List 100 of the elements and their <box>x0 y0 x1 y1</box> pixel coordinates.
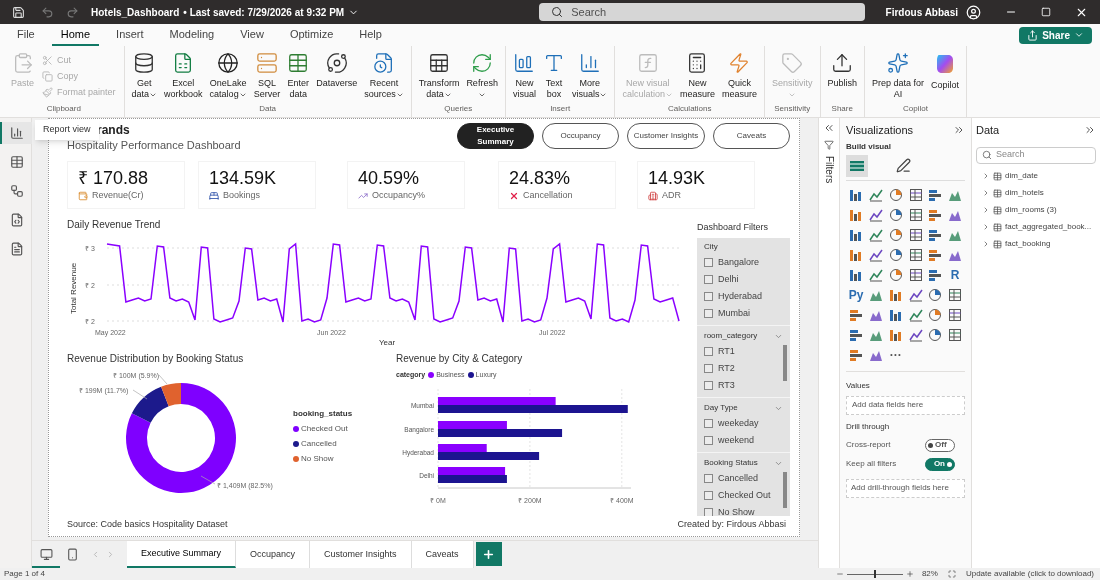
save-icon[interactable] <box>12 5 25 19</box>
table-item[interactable]: fact_aggregated_book... <box>976 218 1096 236</box>
menu-tab[interactable]: Optimize <box>280 24 343 46</box>
ribbon-button[interactable]: Enter data <box>284 50 313 100</box>
ribbon-button[interactable]: New measure <box>676 50 718 100</box>
nav-button[interactable]: Executive Summary <box>457 123 534 149</box>
checkbox[interactable] <box>704 292 713 301</box>
trend-icon <box>358 191 368 201</box>
zoom-slider-thumb[interactable] <box>873 570 876 578</box>
slicer-option[interactable]: RT1 <box>704 343 783 360</box>
ribbon-button[interactable]: Copilot <box>928 50 963 91</box>
phone-layout-icon[interactable] <box>66 548 79 561</box>
table-item[interactable]: fact_booking <box>976 235 1096 253</box>
table-item[interactable]: dim_rooms (3) <box>976 201 1096 219</box>
ribbon-button[interactable]: Publish <box>824 50 861 89</box>
page-tab[interactable]: Caveats <box>411 541 474 568</box>
checkbox[interactable] <box>704 347 713 356</box>
toggle-switch[interactable]: On <box>925 457 955 471</box>
table-icon <box>993 171 1002 181</box>
slicer-option[interactable]: weekeday <box>704 415 783 432</box>
ribbon-button[interactable]: OneLake catalog <box>206 50 250 100</box>
file-name: Hotels_Dashboard <box>91 5 180 20</box>
toggle-label: Keep all filters <box>846 458 897 470</box>
ribbon-button[interactable]: Get data <box>128 50 161 100</box>
page-tab[interactable]: Occupancy <box>236 541 311 568</box>
menu-tab[interactable]: Modeling <box>160 24 224 46</box>
checkbox[interactable] <box>704 474 713 483</box>
visual-type-button[interactable]: ··· <box>885 344 906 365</box>
function-icon <box>636 52 659 74</box>
sheet-icon <box>428 52 451 74</box>
page-tab[interactable]: Customer Insights <box>310 541 412 568</box>
avatar-icon[interactable] <box>966 4 981 20</box>
checkbox[interactable] <box>704 309 713 318</box>
tmdl-icon <box>9 242 24 256</box>
ribbon-button[interactable]: Refresh <box>463 50 501 100</box>
toggle-switch[interactable]: Off <box>925 438 955 452</box>
checkbox[interactable] <box>704 381 713 390</box>
checkbox[interactable] <box>704 364 713 373</box>
table-item[interactable]: dim_date <box>976 167 1096 185</box>
menu-tab[interactable]: Insert <box>107 24 153 46</box>
nav-button[interactable]: Customer Insights <box>627 123 705 149</box>
ribbon-button[interactable]: New visual <box>509 50 539 100</box>
chevron-icon <box>982 223 990 231</box>
slicer-option[interactable]: Delhi <box>704 271 783 288</box>
slicer-option[interactable]: weekend <box>704 432 783 449</box>
ribbon-button[interactable]: Transform data <box>415 50 463 100</box>
page-tab[interactable]: Executive Summary <box>127 541 237 568</box>
redo-icon[interactable] <box>66 5 79 19</box>
slicer-option[interactable]: Checked Out <box>704 487 783 504</box>
swirl-icon <box>325 52 348 74</box>
table-item[interactable]: dim_hotels <box>976 184 1096 202</box>
fields-tab[interactable] <box>846 154 868 177</box>
checkbox[interactable] <box>704 419 713 428</box>
slicer-option[interactable]: Cancelled <box>704 470 783 487</box>
drop-well[interactable]: Add drill-through fields here <box>846 478 965 498</box>
slicer-option[interactable]: Hyderabad <box>704 288 783 305</box>
menu-tab[interactable]: View <box>231 24 273 46</box>
slicer-option[interactable]: RT3 <box>704 377 783 394</box>
slicer-option[interactable]: No Show <box>704 504 783 516</box>
visual-type-button[interactable]: R <box>945 264 966 285</box>
filters-pane-label[interactable]: Filters <box>821 156 837 184</box>
cross-icon <box>509 191 519 201</box>
search-field[interactable]: Search <box>976 146 1096 164</box>
checkbox[interactable] <box>704 436 713 445</box>
menu-tab[interactable]: Help <box>350 24 391 46</box>
scissors-icon <box>42 54 53 66</box>
ribbon-button[interactable]: More visuals <box>568 50 611 100</box>
maximize-icon[interactable] <box>1041 7 1051 17</box>
add-page-button[interactable] <box>475 542 502 566</box>
zoom-in-icon[interactable] <box>905 570 914 578</box>
checkbox[interactable] <box>704 275 713 284</box>
ribbon-button[interactable]: Text box <box>539 50 568 100</box>
ribbon-button[interactable]: Recent sources <box>361 50 407 100</box>
ribbon-button[interactable]: Excel workbook <box>161 50 206 100</box>
slicer-option[interactable]: Bangalore <box>704 254 783 271</box>
ribbon-button[interactable]: Quick measure <box>718 50 760 100</box>
visual-type-button[interactable]: Py <box>846 284 866 305</box>
nav-button[interactable]: Caveats <box>713 123 790 149</box>
report-icon <box>9 126 24 140</box>
view-button[interactable] <box>0 122 32 144</box>
kpi-value: 134.59K <box>209 167 278 190</box>
nav-button[interactable]: Occupancy <box>542 123 619 149</box>
bar <box>438 466 506 475</box>
drop-well[interactable]: Add data fields here <box>846 395 965 415</box>
checkbox[interactable] <box>704 258 713 267</box>
ribbon-button[interactable]: SQL Server <box>250 50 284 100</box>
ribbon-button[interactable]: Dataverse <box>313 50 361 89</box>
slicer-option[interactable]: RT2 <box>704 360 783 377</box>
checkbox[interactable] <box>704 508 713 516</box>
search-field[interactable]: Search <box>539 3 866 21</box>
update-notice[interactable]: Update available (click to download) <box>965 568 1094 580</box>
tag-icon <box>781 52 804 74</box>
menu-tab[interactable]: File <box>8 24 44 46</box>
share-button[interactable]: Share <box>1019 26 1092 44</box>
checkbox[interactable] <box>704 491 713 500</box>
undo-icon[interactable] <box>41 5 54 19</box>
slicer-option[interactable]: Mumbai <box>704 305 783 322</box>
ribbon-button[interactable]: Prep data for AI <box>869 50 928 100</box>
collapse-icon[interactable] <box>823 122 835 134</box>
table-icon <box>9 155 24 169</box>
